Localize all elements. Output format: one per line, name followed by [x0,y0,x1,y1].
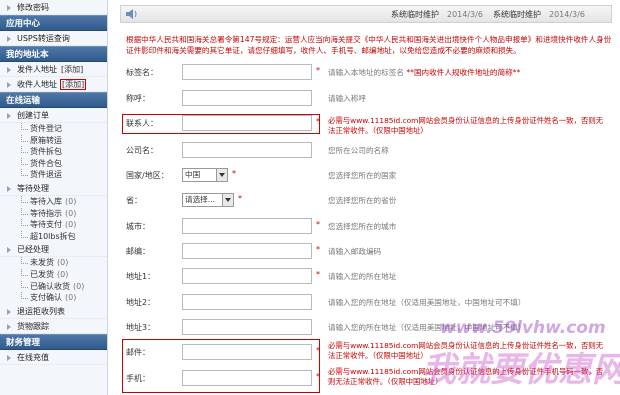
city-hint: 您选择您所在的城市 [328,222,397,231]
required-mark: * [232,169,236,178]
zip-input[interactable] [182,243,312,259]
sidebar-item-tracking[interactable]: 货物跟踪 [0,319,107,334]
row-country: 国家/地区： 中国 * 您选择您所在的国家 [110,165,620,187]
sidebar-item-recharge[interactable]: 在线充值 [0,350,107,365]
sidebar-sub-await-instruction[interactable]: 等待指示 (0) [0,207,107,220]
address1-label: 地址1： [126,272,156,281]
required-mark: * [316,220,320,229]
tag-name-hint: 请输入本地址的标签名 **国内收件人规收件地址的简称** [328,68,521,77]
sidebar-sub-not-shipped[interactable]: 未发货 (0) [0,257,107,269]
required-mark: * [316,270,320,279]
row-address1: 地址1： * 请输入您的所在地址 [110,266,620,288]
sidebar-item-sender-address[interactable]: 发件人地址 [添加] [0,62,107,77]
sidebar-item-processed[interactable]: 已经处理 [0,242,107,258]
province-select[interactable]: 请选择... [182,193,234,207]
sidebar-item-recipient-address[interactable]: 收件人地址 [添加] [0,77,107,92]
sidebar-sub-over-10lbs[interactable]: 超10lbs拆包 [0,230,107,243]
row-city: 城市： * 您选择您所在的城市 [110,216,620,238]
row-company: 公司名： 您所在公司的名称 [110,140,620,162]
nickname-hint: 请输入称呼 [328,94,366,103]
required-mark: * [316,245,320,254]
required-mark: * [238,194,242,203]
sidebar-item-change-password[interactable]: 修改密码 [0,0,107,15]
sidebar-item-create-order[interactable]: 创建订单 [0,108,107,123]
sidebar-sub-received[interactable]: 已确认收货 (0) [0,280,107,293]
sidebar-item-usps-query[interactable]: USPS转运查询 [0,31,107,46]
city-input[interactable] [182,218,312,234]
country-select[interactable]: 中国 [182,168,228,182]
contact-hint: 必需与www.11185id.com网站会员身份认证信息的上传身份证件姓名一致，… [328,116,604,135]
address1-input[interactable] [182,268,312,284]
section-address-book[interactable]: 我的地址本 [0,46,107,62]
watermark-url: www.59lvhw.com [440,318,606,338]
sidebar-sub-await-inbound[interactable]: 等待入库 (0) [0,195,107,208]
company-label: 公司名： [126,146,158,155]
chevron-down-icon [222,194,233,206]
contact-label: 联系人： [126,119,158,128]
main-content: 系统临时维护 2014/3/6 系统临时维护 2014/3/6 根据中华人民共和国海… [110,0,620,395]
address3-input[interactable] [182,319,312,335]
country-hint: 您选择您所在的国家 [328,171,397,180]
row-zip: 邮编： * 请输入邮政编码 [110,241,620,263]
notice-item[interactable]: 系统临时维护 2014/3/6 [391,9,483,20]
city-label: 城市： [126,222,150,231]
tag-name-label: 标签名： [126,68,158,77]
sidebar-sub-unpack[interactable]: 货件拆包 [0,146,107,158]
section-online-shipping[interactable]: 在线运输 [0,92,107,108]
row-tag-name: 标签名： * 请输入本地址的标签名 **国内收件人规收件地址的简称** [110,62,620,84]
row-address2: 地址2： 请输入您的所在地址（仅适用美国地址，中国地址可不填） [110,292,620,314]
zip-label: 邮编： [126,247,150,256]
sidebar-sub-payment-confirm[interactable]: 支付确认 (0) [0,292,107,304]
add-sender-link[interactable]: [添加] [61,65,83,74]
company-hint: 您所在公司的名称 [328,146,389,155]
chevron-down-icon [216,169,227,181]
country-label: 国家/地区： [126,171,169,180]
row-contact: 联系人： * 必需与www.11185id.com网站会员身份认证信息的上传身份… [110,113,620,135]
speaker-icon [126,9,137,19]
watermark-brand: 我就要优惠网 [422,350,620,390]
required-mark: * [316,372,320,381]
sidebar-sub-merge[interactable]: 货件合包 [0,157,107,170]
sidebar-sub-original-box[interactable]: 原箱转运 [0,134,107,147]
sidebar-sub-await-payment[interactable]: 等待支付 (0) [0,219,107,231]
email-label: 邮件： [126,348,150,357]
required-mark: * [316,66,320,75]
contact-input[interactable] [182,115,312,131]
section-app-center[interactable]: 应用中心 [0,15,107,31]
tag-name-input[interactable] [182,64,312,80]
nickname-input[interactable] [182,90,312,106]
address2-input[interactable] [182,294,312,310]
address2-label: 地址2： [126,298,156,307]
sidebar: 修改密码 应用中心 USPS转运查询 我的地址本 发件人地址 [添加] 收件人地址… [0,0,108,395]
address3-label: 地址3： [126,323,156,332]
sidebar-item-return-list[interactable]: 退运拒收列表 [0,304,107,319]
customs-warning: 根据中华人民共和国海关总署令第147号规定：运营人应当向海关提交《中华人民共和国… [126,35,612,55]
address1-hint: 请输入您的所在地址 [328,272,397,281]
required-mark: * [316,346,320,355]
notice-bar: 系统临时维护 2014/3/6 系统临时维护 2014/3/6 [120,5,612,23]
sidebar-item-pending[interactable]: 等待处理 [0,181,107,196]
address2-hint: 请输入您的所在地址（仅适用美国地址，中国地址可不填） [328,298,526,307]
section-finance[interactable]: 财务管理 [0,333,107,350]
company-input[interactable] [182,142,312,158]
province-label: 省： [126,196,142,205]
phone-label: 手机： [126,374,150,383]
add-recipient-link[interactable]: [添加] [59,79,87,90]
sidebar-sub-shipment-register[interactable]: 货件登记 [0,123,107,135]
notice-item[interactable]: 系统临时维护 2014/3/6 [493,9,585,20]
sidebar-sub-return[interactable]: 货件退运 [0,169,107,181]
required-mark: * [316,117,320,126]
zip-hint: 请输入邮政编码 [328,247,382,256]
province-hint: 您选择您所在的省份 [328,196,397,205]
nickname-label: 称呼： [126,94,150,103]
email-input[interactable] [182,344,312,360]
sidebar-sub-shipped[interactable]: 已发货 (0) [0,268,107,281]
phone-input[interactable] [182,370,312,386]
row-province: 省： 请选择... * 您选择您所在的省份 [110,190,620,212]
row-nickname: 称呼： 请输入称呼 [110,88,620,110]
